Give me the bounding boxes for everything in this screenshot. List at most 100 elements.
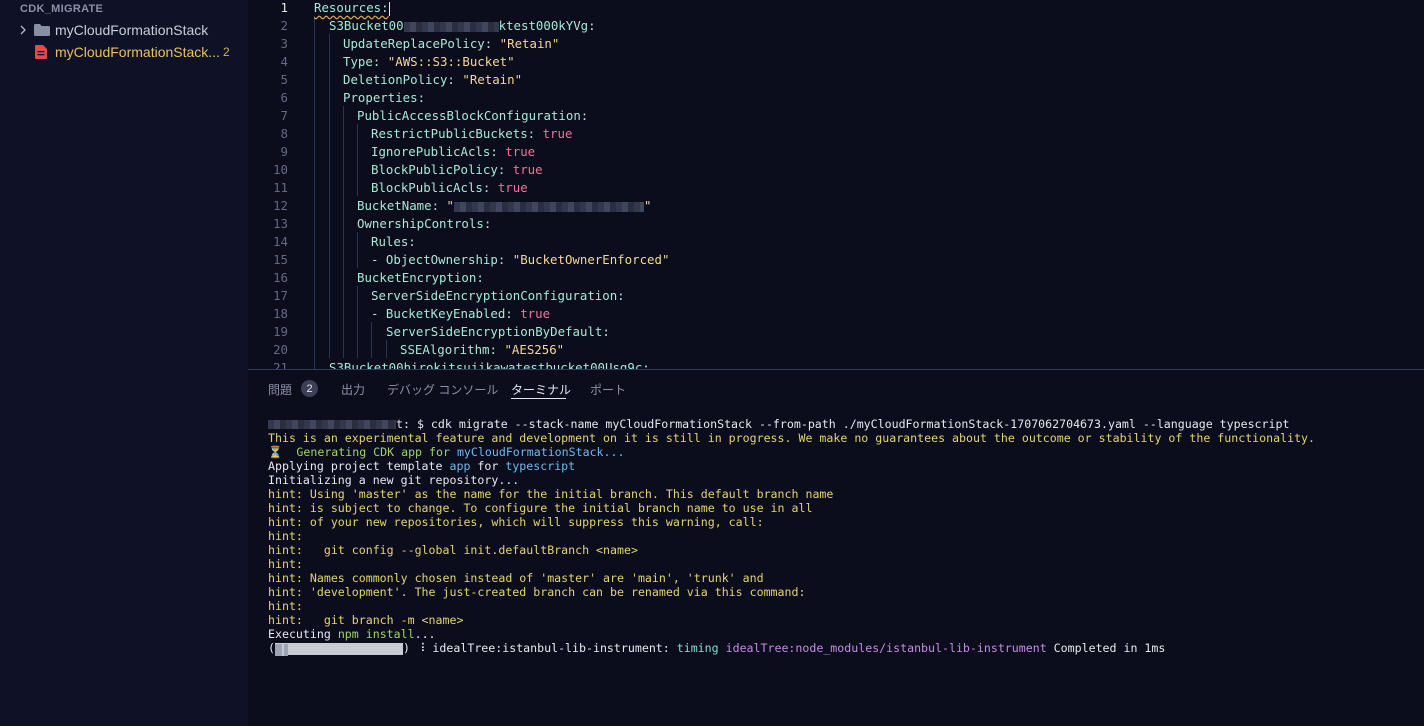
code-line-16: BucketEncryption: xyxy=(357,270,484,285)
code-line-15: - ObjectOwnership: "BucketOwnerEnforced" xyxy=(371,252,669,267)
code-line-11: BlockPublicAcls: true xyxy=(371,180,528,195)
yaml-key: DeletionPolicy: xyxy=(343,72,455,87)
indent-guide xyxy=(314,16,315,370)
explorer-sidebar: CDK_MIGRATE myCloudFormationStack myClou… xyxy=(0,0,248,726)
terminal-hint: hint: of your new repositories, which wi… xyxy=(268,515,764,529)
yaml-string: "BucketOwnerEnforced" xyxy=(512,252,670,267)
code-line-17: ServerSideEncryptionConfiguration: xyxy=(371,288,625,303)
terminal-template-name: app xyxy=(449,459,471,473)
terminal-hint: hint: is subject to change. To configure… xyxy=(268,501,813,515)
code-line-7: PublicAccessBlockConfiguration: xyxy=(357,108,588,123)
indent-guide xyxy=(343,106,344,358)
code-line-12: BucketName: " " xyxy=(357,198,651,213)
yaml-key: PublicAccessBlockConfiguration: xyxy=(357,108,589,123)
chevron-right-icon[interactable] xyxy=(18,25,28,35)
code-line-6: Properties: xyxy=(343,90,425,105)
terminal-text: Executing xyxy=(268,627,338,641)
yaml-key: BucketName: xyxy=(357,198,440,213)
yaml-key: Rules: xyxy=(371,234,416,249)
terminal-hint: hint: Using 'master' as the name for the… xyxy=(268,487,834,501)
indent-guide xyxy=(386,340,387,358)
terminal-text: Applying project template xyxy=(268,459,450,473)
yaml-key: BlockPublicPolicy: xyxy=(371,162,506,177)
terminal-hint: hint: 'development'. The just-created br… xyxy=(268,585,806,599)
code-editor[interactable]: 1 2 3 4 5 6 7 8 9 10 11 12 13 14 15 16 1… xyxy=(248,0,1424,370)
terminal-warning: This is an experimental feature and deve… xyxy=(268,431,1316,445)
code-line-5: DeletionPolicy: "Retain" xyxy=(343,72,522,87)
line-number: 18 xyxy=(273,306,288,321)
explorer-item-folder[interactable]: myCloudFormationStack xyxy=(0,19,248,41)
yaml-string: "Retain" xyxy=(462,72,523,87)
terminal-hint: hint: git config --global init.defaultBr… xyxy=(268,543,638,557)
tab-ports[interactable]: ポート xyxy=(590,381,626,398)
line-number: 16 xyxy=(273,270,288,285)
terminal-hint: hint: git branch -m <name> xyxy=(268,613,464,627)
code-line-18: - BucketKeyEnabled: true xyxy=(371,306,550,321)
yaml-key: ServerSideEncryptionByDefault: xyxy=(386,324,610,339)
yaml-file-icon xyxy=(35,45,47,59)
yaml-key: UpdateReplacePolicy: xyxy=(343,36,493,51)
active-tab-indicator xyxy=(511,398,566,399)
code-line-19: ServerSideEncryptionByDefault: xyxy=(386,324,610,339)
yaml-string: "AWS::S3::Bucket" xyxy=(387,54,515,69)
explorer-section-title[interactable]: CDK_MIGRATE xyxy=(20,3,103,15)
terminal-command-line: t: $ cdk migrate --stack-name myCloudFor… xyxy=(268,417,1289,431)
line-number: 20 xyxy=(273,342,288,357)
text-cursor xyxy=(388,1,390,16)
terminal-stack-name: myCloudFormationStack... xyxy=(456,445,625,459)
yaml-boolean: true xyxy=(542,126,573,141)
terminal-npm-command: npm install xyxy=(337,627,415,641)
yaml-dash: - xyxy=(371,306,386,321)
terminal-applying-line: Applying project template app for typesc… xyxy=(268,459,575,473)
yaml-key: Type: xyxy=(343,54,381,69)
terminal-hint: hint: Names commonly chosen instead of '… xyxy=(268,571,764,585)
line-number: 3 xyxy=(280,36,288,51)
line-number: 17 xyxy=(273,288,288,303)
terminal-text: idealTree:istanbul-lib-instrument: xyxy=(425,641,677,655)
yaml-key: RestrictPublicBuckets: xyxy=(371,126,536,141)
code-line-20: SSEAlgorithm: "AES256" xyxy=(400,342,564,357)
terminal-text: Generating CDK app for xyxy=(282,445,457,459)
line-number: 12 xyxy=(273,198,288,213)
yaml-key: S3Bucket00 xyxy=(329,18,404,33)
indent-guide xyxy=(357,124,358,196)
yaml-string: "AES256" xyxy=(504,342,565,357)
yaml-boolean: true xyxy=(512,162,543,177)
progress-open: ( xyxy=(268,641,275,655)
terminal-timing-label: timing xyxy=(676,641,719,655)
tab-output[interactable]: 出力 xyxy=(341,381,365,398)
yaml-string-quote: " xyxy=(446,198,454,213)
redacted-text xyxy=(268,420,396,429)
tab-problems[interactable]: 問題 xyxy=(268,381,292,398)
indent-guide xyxy=(357,232,358,268)
yaml-string: "Retain" xyxy=(499,36,560,51)
explorer-item-label: myCloudFormationStack... xyxy=(55,44,220,60)
yaml-key: Resources: xyxy=(314,0,389,15)
npm-progress-bar xyxy=(274,642,403,656)
problem-count-badge: 2 xyxy=(223,45,230,59)
code-line-2: S3Bucket00 ktest000kYVg: xyxy=(329,18,596,33)
line-number: 4 xyxy=(280,54,288,69)
yaml-key: BlockPublicAcls: xyxy=(371,180,491,195)
terminal-generating-line: ⏳ Generating CDK app for myCloudFormatio… xyxy=(268,445,624,459)
line-number: 8 xyxy=(280,126,288,141)
yaml-key: IgnorePublicAcls: xyxy=(371,144,498,159)
redacted-text xyxy=(403,21,499,32)
yaml-key: BucketEncryption: xyxy=(357,270,484,285)
line-number: 6 xyxy=(280,90,288,105)
yaml-string-quote: " xyxy=(644,198,652,213)
tab-debug-console[interactable]: デバッグ コンソール xyxy=(387,381,498,398)
line-number: 15 xyxy=(273,252,288,267)
indent-guide xyxy=(357,286,358,358)
terminal-text: ... xyxy=(414,627,436,641)
yaml-key: SSEAlgorithm: xyxy=(400,342,497,357)
terminal-language: typescript xyxy=(505,459,576,473)
terminal-command: cdk migrate --stack-name myCloudFormatio… xyxy=(430,417,1290,431)
terminal-hint: hint: xyxy=(268,599,303,613)
terminal-prompt: t: $ xyxy=(396,417,431,431)
terminal-hint: hint: xyxy=(268,529,303,543)
tab-terminal[interactable]: ターミナル xyxy=(511,381,571,398)
explorer-item-file[interactable]: myCloudFormationStack... 2 xyxy=(0,41,248,63)
line-number: 19 xyxy=(273,324,288,339)
code-line-3: UpdateReplacePolicy: "Retain" xyxy=(343,36,559,51)
